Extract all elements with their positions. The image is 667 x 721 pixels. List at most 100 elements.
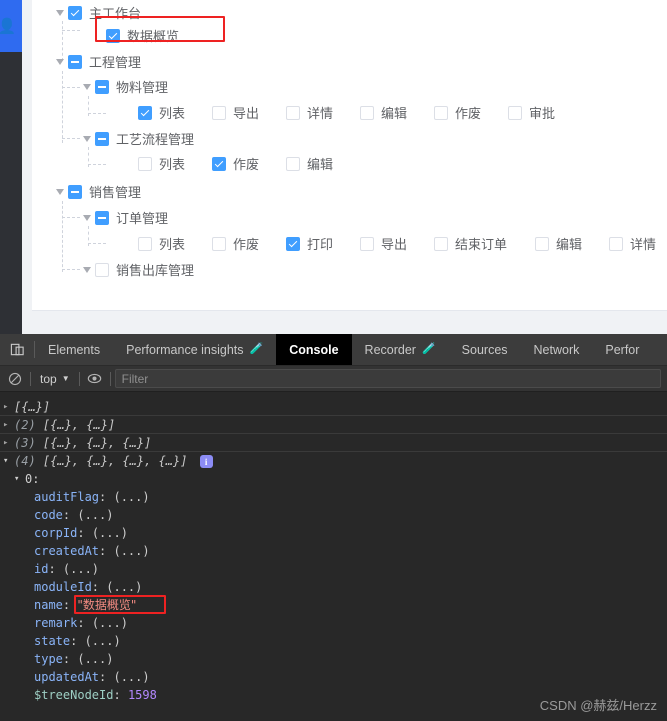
permission-item[interactable]: 详情 — [609, 231, 656, 256]
console-property-row[interactable]: auditFlag: (...) — [0, 488, 667, 506]
tree-checkbox-engineering[interactable] — [68, 54, 82, 69]
permission-item[interactable]: 作废 — [212, 151, 259, 176]
permission-checkbox[interactable] — [360, 236, 374, 251]
chevron-down-icon[interactable] — [79, 126, 95, 151]
property-value[interactable]: (...) — [92, 616, 128, 630]
permission-checkbox[interactable] — [212, 105, 226, 120]
clear-console-icon[interactable] — [0, 366, 30, 392]
permission-item[interactable]: 编辑 — [286, 151, 333, 176]
chevron-down-icon[interactable] — [79, 74, 95, 99]
console-property-row[interactable]: remark: (...) — [0, 614, 667, 632]
console-object-index[interactable]: ▾ 0: — [0, 470, 667, 488]
tab-recorder[interactable]: Recorder 🧪 — [352, 334, 449, 365]
console-log-row[interactable]: ▸ (3) [{…}, {…}, {…}] — [0, 434, 667, 452]
tree-node-engineering[interactable]: 工程管理 — [52, 49, 141, 74]
tree-checkbox-order[interactable] — [95, 210, 109, 225]
property-value[interactable]: (...) — [106, 580, 142, 594]
permission-checkbox[interactable] — [434, 236, 448, 251]
live-expression-icon[interactable] — [80, 366, 110, 392]
tree-node-main-workbench[interactable]: 主工作台 — [52, 0, 141, 25]
permission-checkbox[interactable] — [535, 236, 549, 251]
info-icon[interactable]: i — [199, 455, 213, 468]
chevron-down-icon[interactable] — [79, 257, 95, 282]
permission-item[interactable]: 导出 — [212, 100, 259, 125]
permission-item[interactable]: 审批 — [508, 100, 555, 125]
tab-performance-insights[interactable]: Performance insights 🧪 — [113, 334, 276, 365]
permission-checkbox[interactable] — [138, 156, 152, 171]
permission-checkbox[interactable] — [508, 105, 522, 120]
expand-arrow-icon[interactable]: ▸ — [3, 416, 13, 434]
collapse-arrow-icon[interactable]: ▾ — [14, 470, 24, 488]
tab-sources[interactable]: Sources — [449, 334, 521, 365]
property-value[interactable]: (...) — [92, 526, 128, 540]
tree-checkbox-sales[interactable] — [68, 184, 82, 199]
permission-item[interactable]: 编辑 — [535, 231, 582, 256]
console-property-row-name[interactable]: name: "数据概览" — [0, 595, 667, 614]
permission-checkbox[interactable] — [360, 105, 374, 120]
permission-checkbox[interactable] — [212, 156, 226, 171]
expand-arrow-icon[interactable]: ▸ — [3, 398, 13, 416]
tab-console[interactable]: Console — [276, 334, 352, 365]
console-property-row[interactable]: id: (...) — [0, 560, 667, 578]
chevron-down-icon[interactable] — [52, 49, 68, 74]
property-value[interactable]: (...) — [77, 652, 113, 666]
device-toolbar-icon[interactable] — [0, 334, 34, 365]
permission-checkbox[interactable] — [286, 236, 300, 251]
console-property-row[interactable]: moduleId: (...) — [0, 578, 667, 596]
console-property-row[interactable]: state: (...) — [0, 632, 667, 650]
tree-node-sales-outbound[interactable]: 销售出库管理 — [79, 257, 194, 282]
permission-checkbox[interactable] — [434, 105, 448, 120]
rail-item-user[interactable]: 👤 — [0, 0, 22, 52]
permission-item[interactable]: 打印 — [286, 231, 333, 256]
tree-checkbox-sales-outbound[interactable] — [95, 262, 109, 277]
permission-item[interactable]: 作废 — [434, 100, 481, 125]
property-value[interactable]: (...) — [113, 544, 149, 558]
console-output[interactable]: ▸ [{…}] ▸ (2) [{…}, {…}] ▸ (3) [{…}, {…}… — [0, 392, 667, 721]
chevron-down-icon[interactable] — [52, 0, 68, 25]
console-log-row[interactable]: ▸ [{…}] — [0, 398, 667, 416]
property-value[interactable]: (...) — [63, 562, 99, 576]
permission-checkbox[interactable] — [212, 236, 226, 251]
collapse-arrow-icon[interactable]: ▾ — [3, 452, 13, 470]
permission-item[interactable]: 导出 — [360, 231, 407, 256]
console-property-row[interactable]: corpId: (...) — [0, 524, 667, 542]
tree-node-sales[interactable]: 销售管理 — [52, 179, 141, 204]
context-selector[interactable]: top ▼ — [31, 366, 79, 392]
tree-checkbox-process-flow[interactable] — [95, 131, 109, 146]
permission-item[interactable]: 结束订单 — [434, 231, 507, 256]
tab-performance[interactable]: Perfor — [592, 334, 652, 365]
tree-node-order[interactable]: 订单管理 — [79, 205, 168, 230]
tree-checkbox-main-workbench[interactable] — [68, 5, 82, 20]
permission-item[interactable]: 列表 — [138, 100, 185, 125]
tab-network[interactable]: Network — [521, 334, 593, 365]
console-property-row[interactable]: code: (...) — [0, 506, 667, 524]
permission-item[interactable]: 列表 — [138, 231, 185, 256]
property-value[interactable]: (...) — [113, 670, 149, 684]
console-property-row[interactable]: updatedAt: (...) — [0, 668, 667, 686]
expand-arrow-icon[interactable]: ▸ — [3, 434, 13, 452]
tree-node-data-overview[interactable]: 数据概览 — [106, 23, 179, 48]
permission-item[interactable]: 详情 — [286, 100, 333, 125]
tree-checkbox-material[interactable] — [95, 79, 109, 94]
permission-item[interactable]: 编辑 — [360, 100, 407, 125]
property-value[interactable]: (...) — [113, 490, 149, 504]
permission-item[interactable]: 列表 — [138, 151, 185, 176]
console-property-row[interactable]: type: (...) — [0, 650, 667, 668]
permission-checkbox[interactable] — [286, 156, 300, 171]
permission-checkbox[interactable] — [286, 105, 300, 120]
tree-node-material[interactable]: 物料管理 — [79, 74, 168, 99]
permission-checkbox[interactable] — [609, 236, 623, 251]
console-log-row[interactable]: ▸ (2) [{…}, {…}] — [0, 416, 667, 434]
property-value[interactable]: (...) — [77, 508, 113, 522]
filter-input[interactable]: Filter — [114, 369, 661, 388]
permission-checkbox[interactable] — [138, 236, 152, 251]
tab-elements[interactable]: Elements — [35, 334, 113, 365]
console-log-row[interactable]: ▾ (4) [{…}, {…}, {…}, {…}] i — [0, 452, 667, 470]
tree-node-process-flow[interactable]: 工艺流程管理 — [79, 126, 194, 151]
tree-checkbox-data-overview[interactable] — [106, 28, 120, 43]
chevron-down-icon[interactable] — [52, 179, 68, 204]
property-value[interactable]: (...) — [85, 634, 121, 648]
console-property-row[interactable]: createdAt: (...) — [0, 542, 667, 560]
chevron-down-icon[interactable] — [79, 205, 95, 230]
permission-item[interactable]: 作废 — [212, 231, 259, 256]
